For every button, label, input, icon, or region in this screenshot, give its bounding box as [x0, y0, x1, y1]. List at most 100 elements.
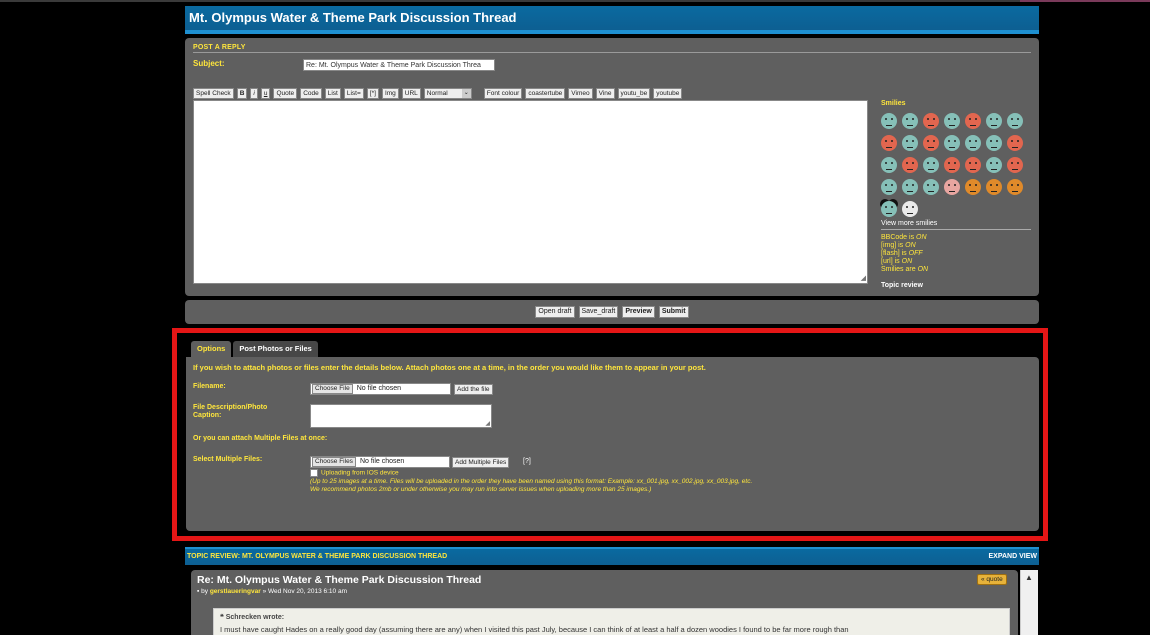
- top-line: [0, 0, 1150, 2]
- resize-grip-icon[interactable]: ◢: [485, 420, 490, 427]
- img-button[interactable]: Img: [381, 88, 399, 99]
- smiley-icon[interactable]: [902, 157, 918, 173]
- smiley-icon[interactable]: [902, 201, 918, 217]
- upload-note-1: (Up to 25 images at a time. Files will b…: [310, 477, 753, 485]
- post-reply-header: POST A REPLY: [193, 44, 246, 51]
- youtu-be-button[interactable]: youtu_be: [617, 88, 651, 99]
- open-draft-button[interactable]: Open draft: [535, 306, 575, 318]
- smiley-icon[interactable]: [902, 113, 918, 129]
- font-colour-button[interactable]: Font colour: [483, 88, 523, 99]
- add-multiple-files-button[interactable]: Add Multiple Files: [452, 457, 510, 468]
- attach-intro: If you wish to attach photos or files en…: [193, 363, 706, 372]
- spell-check-button[interactable]: Spell Check: [193, 88, 234, 99]
- smiley-icon[interactable]: [923, 157, 939, 173]
- vine-button[interactable]: Vine: [595, 88, 615, 99]
- tab-post-photos[interactable]: Post Photos or Files: [233, 341, 318, 357]
- ios-label: Uploading from IOS device: [321, 469, 399, 477]
- smiley-icon[interactable]: [881, 179, 897, 195]
- italic-button[interactable]: i: [250, 88, 258, 99]
- smiley-icon[interactable]: [965, 135, 981, 151]
- preview-button[interactable]: Preview: [622, 306, 655, 318]
- review-scrollbar[interactable]: ▲: [1020, 570, 1038, 635]
- quote-author: ❝ Schrecken wrote:: [220, 613, 284, 621]
- code-button[interactable]: Code: [300, 88, 322, 99]
- smiley-icon[interactable]: [923, 113, 939, 129]
- smiley-icon[interactable]: [965, 113, 981, 129]
- tab-options[interactable]: Options: [191, 341, 232, 357]
- ordered-list-button[interactable]: List=: [343, 88, 364, 99]
- forum-wrapper: Mt. Olympus Water & Theme Park Discussio…: [185, 6, 1039, 324]
- bbcode-label[interactable]: BBCode is: [881, 234, 916, 241]
- smiley-icon[interactable]: [986, 135, 1002, 151]
- smiley-icon[interactable]: [944, 113, 960, 129]
- smiley-icon[interactable]: [881, 113, 897, 129]
- post-reply-panel: POST A REPLY Subject: Re: Mt. Olympus Wa…: [185, 38, 1039, 296]
- smiley-icon[interactable]: [965, 157, 981, 173]
- quote-author-name: Schrecken wrote:: [225, 614, 285, 621]
- bold-button[interactable]: B: [236, 88, 248, 99]
- smiley-icon[interactable]: [944, 157, 960, 173]
- underline-button[interactable]: u: [260, 88, 271, 99]
- quote-reply-button[interactable]: « quote: [977, 574, 1007, 585]
- smiley-icon[interactable]: [902, 179, 918, 195]
- bbcode-toolbar: Spell Check B i u Quote Code List List= …: [193, 88, 683, 99]
- add-file-button[interactable]: Add the file: [454, 384, 493, 395]
- post-icon: ▪: [197, 588, 200, 595]
- list-button[interactable]: List: [324, 88, 341, 99]
- submit-buttons-panel: Open draft Save_draft Preview Submit: [185, 300, 1039, 324]
- choose-files-button[interactable]: Choose Files: [312, 457, 356, 467]
- ios-checkbox[interactable]: [310, 469, 318, 477]
- smiley-icon[interactable]: [881, 157, 897, 173]
- post-author[interactable]: gerstlaueringvar: [210, 588, 261, 595]
- options-tabs: Options Post Photos or Files: [191, 341, 318, 357]
- file-description-textarea[interactable]: ◢: [310, 404, 492, 428]
- smiley-icon[interactable]: [881, 135, 897, 151]
- resize-grip-icon[interactable]: ◢: [861, 274, 866, 282]
- file-description-label: File Description/Photo Caption:: [193, 404, 268, 419]
- smiley-icon[interactable]: [1007, 135, 1023, 151]
- multiple-files-input[interactable]: Choose Files No file chosen: [310, 456, 450, 468]
- flash-label: [flash] is: [881, 250, 909, 257]
- vimeo-button[interactable]: Vimeo: [568, 88, 593, 99]
- smiley-icon[interactable]: [1007, 113, 1023, 129]
- message-textarea[interactable]: ◢: [193, 100, 868, 284]
- smiley-icon[interactable]: [986, 179, 1002, 195]
- smiley-icon[interactable]: [1007, 157, 1023, 173]
- view-more-smilies-link[interactable]: View more smilies: [881, 220, 1031, 230]
- mouse-smiley-icon[interactable]: [881, 201, 897, 217]
- quote-mark-icon: ❝: [220, 614, 224, 621]
- chevron-down-icon: ⌄: [461, 89, 471, 98]
- filename-label: Filename:: [193, 383, 226, 390]
- subject-input[interactable]: Re: Mt. Olympus Water & Theme Park Discu…: [303, 59, 495, 71]
- select-multiple-label: Select Multiple Files:: [193, 456, 263, 463]
- smiley-icon[interactable]: [944, 135, 960, 151]
- url-button[interactable]: URL: [401, 88, 421, 99]
- filename-input[interactable]: Choose File No file chosen: [310, 383, 451, 395]
- expand-view-link[interactable]: EXPAND VIEW: [989, 553, 1038, 560]
- smiley-icon[interactable]: [923, 135, 939, 151]
- img-label: [img] is: [881, 242, 906, 249]
- save-draft-button[interactable]: Save_draft: [578, 306, 619, 318]
- choose-file-button[interactable]: Choose File: [312, 384, 353, 394]
- topic-review-link[interactable]: Topic review: [881, 282, 1031, 289]
- font-size-select[interactable]: Normal ⌄: [423, 88, 472, 99]
- scroll-up-icon[interactable]: ▲: [1025, 573, 1033, 582]
- smiley-icon[interactable]: [923, 179, 939, 195]
- smiley-icon[interactable]: [1007, 179, 1023, 195]
- smiley-icon[interactable]: [902, 135, 918, 151]
- help-link[interactable]: [?]: [523, 458, 531, 465]
- url-state: ON: [901, 258, 913, 265]
- quote-button[interactable]: Quote: [273, 88, 298, 99]
- smiley-icon[interactable]: [944, 179, 960, 195]
- multiple-files-intro: Or you can attach Multiple Files at once…: [193, 435, 328, 442]
- submit-button[interactable]: Submit: [658, 306, 689, 318]
- smilies-sidebar: Smilies View more smilies BBCode is ON […: [881, 100, 1031, 289]
- coastertube-button[interactable]: coastertube: [525, 88, 566, 99]
- post-title[interactable]: Re: Mt. Olympus Water & Theme Park Discu…: [197, 574, 481, 586]
- list-item-button[interactable]: [*]: [366, 88, 379, 99]
- youtube-button[interactable]: youtube: [653, 88, 683, 99]
- smilies-label: Smilies are: [881, 266, 918, 273]
- smiley-icon[interactable]: [965, 179, 981, 195]
- smiley-icon[interactable]: [986, 157, 1002, 173]
- smiley-icon[interactable]: [986, 113, 1002, 129]
